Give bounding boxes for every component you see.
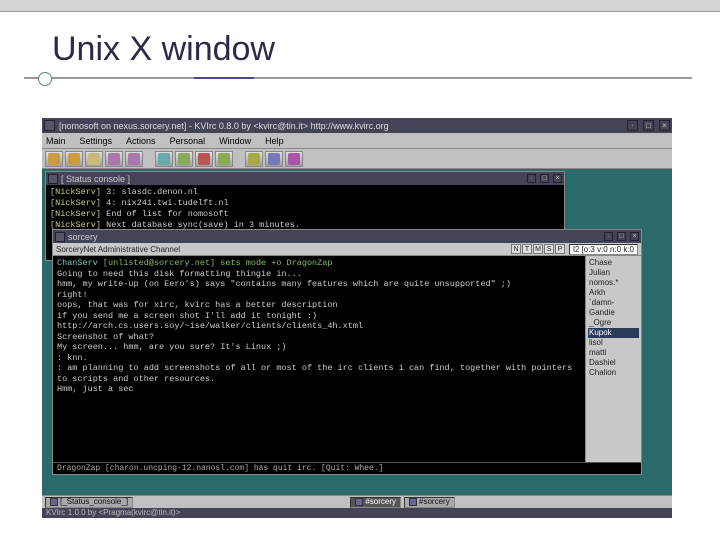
chat-line: Going to need this disk formatting thing… — [57, 269, 581, 280]
minimize-button[interactable]: · — [627, 120, 638, 131]
channel-userlist[interactable]: ChaseJuliannomos.*Arkh`damn-Gandie_OgreK… — [585, 256, 641, 462]
min-button[interactable]: · — [604, 232, 613, 241]
max-button[interactable]: □ — [617, 232, 626, 241]
user-item[interactable]: Gandie — [588, 308, 639, 318]
menu-main[interactable]: Main — [46, 136, 66, 146]
status-console-title: [ Status console ] — [61, 174, 523, 184]
chat-line: : am planning to add screenshots of all … — [57, 363, 581, 384]
user-item[interactable]: Chase — [588, 258, 639, 268]
user-item[interactable]: nomos.* — [588, 278, 639, 288]
user-item[interactable]: `damn- — [588, 298, 639, 308]
toolbar-button-0[interactable] — [45, 151, 63, 167]
channel-mode-flags[interactable]: NTMSP — [511, 244, 565, 254]
channel-topic-bar: SorceryNet Administrative Channel NTMSP … — [53, 243, 641, 256]
maximize-button[interactable]: □ — [643, 120, 654, 131]
mdi-workarea: [ Status console ] · □ × [NickServ] 3: s… — [42, 169, 672, 502]
chat-line: : knn. — [57, 353, 581, 364]
toolbar-button-3[interactable] — [105, 151, 123, 167]
statusbar: KVIrc 1.0.0 by <Pragma(kvirc@tin.it)> — [42, 508, 672, 518]
mode-flag-S[interactable]: S — [544, 244, 554, 254]
menubar: Main Settings Actions Personal Window Help — [42, 133, 672, 149]
close-button[interactable]: × — [630, 232, 639, 241]
main-title-text: [nomosoft on nexus.sorcery.net] - KVIrc … — [59, 121, 389, 131]
user-item[interactable]: _Ogre — [588, 318, 639, 328]
user-item[interactable]: Chalion — [588, 368, 639, 378]
chat-line: hmm, my write-up (on Eero's) says "conta… — [57, 279, 581, 290]
slide-title-rule — [24, 77, 692, 79]
menu-actions[interactable]: Actions — [126, 136, 156, 146]
channel-title: sorcery — [68, 232, 600, 242]
mode-flag-T[interactable]: T — [522, 244, 532, 254]
channel-window[interactable]: sorcery · □ × SorceryNet Administrative … — [52, 229, 642, 475]
toolbar-button-5[interactable] — [155, 151, 173, 167]
toolbar-button-8[interactable] — [215, 151, 233, 167]
toolbar-button-6[interactable] — [175, 151, 193, 167]
channel-mode-field: l2 [o:3 v:0 n:0 k:0 — [569, 244, 638, 255]
kvirc-main-window: [nomosoft on nexus.sorcery.net] - KVIrc … — [42, 118, 672, 518]
channel-titlebar[interactable]: sorcery · □ × — [53, 230, 641, 243]
window-icon — [48, 174, 58, 184]
system-menu-icon[interactable] — [44, 120, 55, 131]
chat-line: if you send me a screen shot I'll add it… — [57, 311, 581, 322]
mode-flag-N[interactable]: N — [511, 244, 521, 254]
channel-input[interactable]: DragonZap [charon.uncping-12.nanosl.com]… — [53, 462, 641, 474]
channel-chat-body: ChanServ [unlisted@sorcery.net] sets mod… — [53, 256, 585, 462]
toolbar — [42, 149, 672, 169]
chat-line: Hmm, just a sec — [57, 384, 581, 395]
channel-topic: SorceryNet Administrative Channel — [56, 245, 180, 254]
user-item[interactable]: lisol — [588, 338, 639, 348]
main-titlebar[interactable]: [nomosoft on nexus.sorcery.net] - KVIrc … — [42, 118, 672, 133]
toolbar-button-1[interactable] — [65, 151, 83, 167]
min-button[interactable]: · — [527, 174, 536, 183]
chat-line: Screenshot of what? — [57, 332, 581, 343]
taskbar-item[interactable]: #sorcery — [350, 497, 401, 508]
toolbar-button-11[interactable] — [285, 151, 303, 167]
taskbar-item[interactable]: #sorcery — [404, 497, 455, 508]
user-item[interactable]: Julian — [588, 268, 639, 278]
close-button[interactable]: × — [553, 174, 562, 183]
slide-top-border — [0, 0, 720, 12]
chat-line: oops, that was for xirc, kvirc has a bet… — [57, 300, 581, 311]
status-console-titlebar[interactable]: [ Status console ] · □ × — [46, 172, 564, 185]
slide-title: Unix X window — [0, 12, 720, 73]
chat-line: http://arch.cs.users.soy/~ise/walker/cli… — [57, 321, 581, 332]
menu-help[interactable]: Help — [265, 136, 284, 146]
toolbar-button-10[interactable] — [265, 151, 283, 167]
user-item[interactable]: Kupok — [588, 328, 639, 338]
taskbar: [_Status_console_] #sorcery#sorcery — [42, 495, 672, 508]
mode-flag-P[interactable]: P — [555, 244, 565, 254]
menu-window[interactable]: Window — [219, 136, 251, 146]
chat-line: My screen... hmm, are you sure? It's Lin… — [57, 342, 581, 353]
toolbar-button-2[interactable] — [85, 151, 103, 167]
menu-personal[interactable]: Personal — [170, 136, 206, 146]
taskbar-item[interactable]: [_Status_console_] — [45, 497, 133, 508]
user-item[interactable]: Arkh — [588, 288, 639, 298]
window-icon — [55, 232, 65, 242]
chat-line: right! — [57, 290, 581, 301]
max-button[interactable]: □ — [540, 174, 549, 183]
close-button[interactable]: × — [659, 120, 670, 131]
toolbar-button-9[interactable] — [245, 151, 263, 167]
toolbar-button-7[interactable] — [195, 151, 213, 167]
user-item[interactable]: Dashiel — [588, 358, 639, 368]
chat-line: ChanServ [unlisted@sorcery.net] sets mod… — [57, 258, 581, 269]
user-item[interactable]: matti — [588, 348, 639, 358]
mode-flag-M[interactable]: M — [533, 244, 543, 254]
toolbar-button-4[interactable] — [125, 151, 143, 167]
menu-settings[interactable]: Settings — [80, 136, 113, 146]
